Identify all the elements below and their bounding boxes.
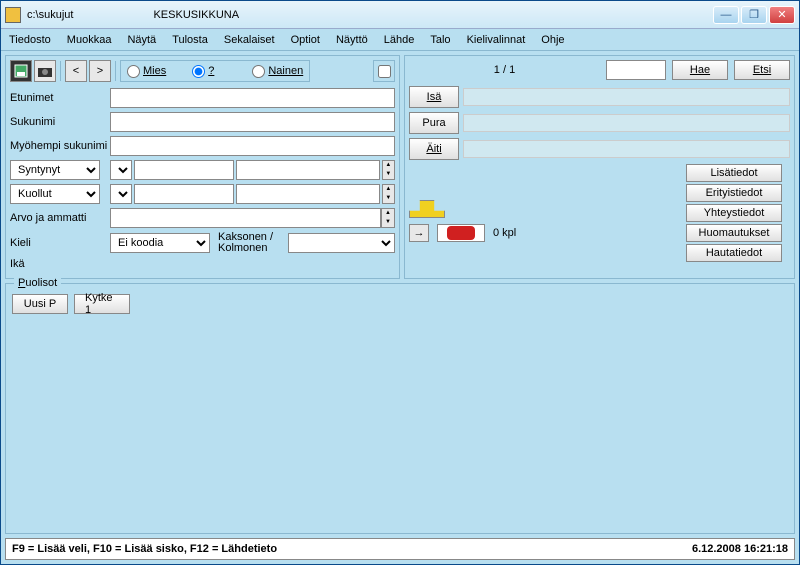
menu-naytto[interactable]: Näyttö xyxy=(332,32,372,48)
radio-unknown[interactable] xyxy=(192,65,205,78)
died-qualifier-select[interactable] xyxy=(110,184,132,204)
menu-optiot[interactable]: Optiot xyxy=(287,32,324,48)
surname-label: Sukunimi xyxy=(10,116,110,128)
surname-input[interactable] xyxy=(110,112,395,132)
flag-checkbox-box xyxy=(373,60,395,82)
mother-bar xyxy=(463,140,790,158)
menubar: Tiedosto Muokkaa Näytä Tulosta Sekalaise… xyxy=(1,29,799,51)
dissolve-button[interactable]: Pura xyxy=(409,112,459,134)
window-title: KESKUSIKKUNA xyxy=(153,9,239,21)
born-qualifier-select[interactable] xyxy=(110,160,132,180)
radio-male[interactable] xyxy=(127,65,140,78)
camera-icon[interactable] xyxy=(34,60,56,82)
occupation-label: Arvo ja ammatti xyxy=(10,212,110,224)
car-icon xyxy=(447,226,475,240)
vehicle-box xyxy=(437,224,485,242)
radio-unknown-label: ? xyxy=(208,65,214,77)
spouses-label: Puolisot xyxy=(14,277,61,289)
huomautukset-button[interactable]: Huomautukset xyxy=(686,224,782,242)
menu-muokkaa[interactable]: Muokkaa xyxy=(63,32,116,48)
twin-label: Kaksonen / Kolmonen xyxy=(218,232,288,254)
save-icon[interactable] xyxy=(10,60,32,82)
lisatiedot-button[interactable]: Lisätiedot xyxy=(686,164,782,182)
window-path: c:\sukujut xyxy=(27,9,73,21)
menu-tiedosto[interactable]: Tiedosto xyxy=(5,32,55,48)
dissolve-bar xyxy=(463,114,790,132)
hae-button[interactable]: Hae xyxy=(672,60,728,80)
mother-button[interactable]: Äiti xyxy=(409,138,459,160)
later-surname-input[interactable] xyxy=(110,136,395,156)
died-date-input[interactable] xyxy=(134,184,234,204)
radio-male-label: Mies xyxy=(143,65,166,77)
spouses-panel: Puolisot Uusi P Kytke 1 xyxy=(5,283,795,534)
tractor-icon xyxy=(409,200,445,218)
age-label: Ikä xyxy=(10,258,110,270)
search-input[interactable] xyxy=(606,60,666,80)
yhteystiedot-button[interactable]: Yhteystiedot xyxy=(686,204,782,222)
later-surname-label: Myöhempi sukunimi xyxy=(10,140,110,152)
kpl-count: 0 kpl xyxy=(493,227,516,239)
born-spin[interactable]: ▲▼ xyxy=(382,160,395,180)
next-button[interactable]: > xyxy=(89,60,111,82)
menu-kielivalinnat[interactable]: Kielivalinnat xyxy=(463,32,530,48)
new-spouse-button[interactable]: Uusi P xyxy=(12,294,68,314)
app-icon xyxy=(5,7,21,23)
died-spin[interactable]: ▲▼ xyxy=(382,184,395,204)
radio-female-label: Nainen xyxy=(268,65,303,77)
minimize-button[interactable]: — xyxy=(713,6,739,24)
menu-ohje[interactable]: Ohje xyxy=(537,32,568,48)
menu-lahde[interactable]: Lähde xyxy=(380,32,419,48)
menu-tulosta[interactable]: Tulosta xyxy=(168,32,212,48)
relations-panel: 1 / 1 Hae Etsi Isä Pura Äiti Lisätiedot … xyxy=(404,55,795,279)
language-select[interactable]: Ei koodia xyxy=(110,233,210,253)
record-counter: 1 / 1 xyxy=(409,64,600,76)
menu-sekalaiset[interactable]: Sekalaiset xyxy=(220,32,279,48)
menu-talo[interactable]: Talo xyxy=(426,32,454,48)
firstnames-input[interactable] xyxy=(110,88,395,108)
close-button[interactable]: ✕ xyxy=(769,6,795,24)
person-form-panel: < > Mies ? Nainen Etunimet Sukunimi Myöh… xyxy=(5,55,400,279)
firstnames-label: Etunimet xyxy=(10,92,110,104)
etsi-button[interactable]: Etsi xyxy=(734,60,790,80)
born-select[interactable]: Syntynyt xyxy=(10,160,100,180)
language-label: Kieli xyxy=(10,237,110,249)
titlebar: c:\sukujut KESKUSIKKUNA — ❐ ✕ xyxy=(1,1,799,29)
statusbar: F9 = Lisää veli, F10 = Lisää sisko, F12 … xyxy=(5,538,795,560)
status-hint: F9 = Lisää veli, F10 = Lisää sisko, F12 … xyxy=(12,543,692,555)
died-place-input[interactable] xyxy=(236,184,380,204)
prev-button[interactable]: < xyxy=(65,60,87,82)
status-datetime: 6.12.2008 16:21:18 xyxy=(692,543,788,555)
father-bar xyxy=(463,88,790,106)
born-date-input[interactable] xyxy=(134,160,234,180)
link-spouse-button[interactable]: Kytke 1 xyxy=(74,294,130,314)
flag-checkbox[interactable] xyxy=(378,65,391,78)
radio-female[interactable] xyxy=(252,65,265,78)
born-place-input[interactable] xyxy=(236,160,380,180)
arrow-right-button[interactable]: → xyxy=(409,224,429,242)
hautatiedot-button[interactable]: Hautatiedot xyxy=(686,244,782,262)
occupation-input[interactable] xyxy=(110,208,381,228)
restore-button[interactable]: ❐ xyxy=(741,6,767,24)
twin-select[interactable] xyxy=(288,233,395,253)
menu-nayta[interactable]: Näytä xyxy=(123,32,160,48)
died-select[interactable]: Kuollut xyxy=(10,184,100,204)
gender-radio-group: Mies ? Nainen xyxy=(120,60,310,82)
father-button[interactable]: Isä xyxy=(409,86,459,108)
occupation-spin[interactable]: ▲▼ xyxy=(381,208,395,228)
erityistiedot-button[interactable]: Erityistiedot xyxy=(686,184,782,202)
